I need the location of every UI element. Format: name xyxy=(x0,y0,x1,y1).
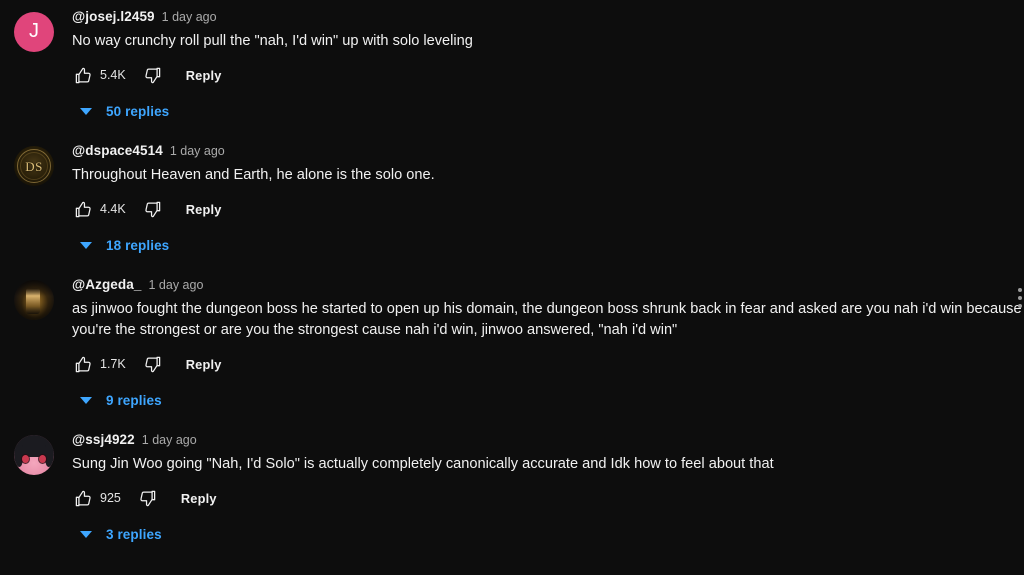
avatar-letter: DS xyxy=(25,158,43,174)
avatar-link[interactable]: J xyxy=(14,6,56,52)
comment-timestamp[interactable]: 1 day ago xyxy=(162,8,217,26)
like-group: 4.4K xyxy=(72,198,186,220)
avatar-link[interactable]: DS xyxy=(14,140,56,186)
thumbs-up-icon[interactable] xyxy=(72,64,94,86)
comment-text: Throughout Heaven and Earth, he alone is… xyxy=(72,167,435,183)
comment-body: @ssj4922 1 day ago Sung Jin Woo going "N… xyxy=(72,429,1024,545)
avatar[interactable] xyxy=(14,280,54,320)
like-count: 925 xyxy=(100,491,121,505)
kebab-dot xyxy=(1018,296,1022,300)
comment-text: as jinwoo fought the dungeon boss he sta… xyxy=(72,301,1022,338)
comment-actions: 5.4K Reply xyxy=(72,62,1024,88)
comment-text: Sung Jin Woo going "Nah, I'd Solo" is ac… xyxy=(72,456,774,472)
chevron-down-icon[interactable] xyxy=(80,241,92,249)
comment-actions: 4.4K Reply xyxy=(72,196,1024,222)
more-options-icon[interactable] xyxy=(1018,288,1022,308)
like-group: 1.7K xyxy=(72,353,186,375)
comment-thread: DS @dspace4514 1 day ago Throughout Heav… xyxy=(0,140,1024,256)
thumbs-down-icon[interactable] xyxy=(142,353,164,375)
comment-actions: 1.7K Reply xyxy=(72,351,1024,377)
comment-body: @josej.l2459 1 day ago No way crunchy ro… xyxy=(72,6,1024,122)
chevron-down-icon[interactable] xyxy=(80,530,92,538)
like-count: 5.4K xyxy=(100,68,126,82)
comment-header: @dspace4514 1 day ago xyxy=(72,142,1024,160)
kebab-dot xyxy=(1018,304,1022,308)
thumbs-up-icon[interactable] xyxy=(72,198,94,220)
comment-header: @josej.l2459 1 day ago xyxy=(72,8,1024,26)
reply-button[interactable]: Reply xyxy=(186,357,222,372)
avatar-hair xyxy=(14,435,54,467)
comment-author[interactable]: @Azgeda_ xyxy=(72,276,141,294)
thumbs-down-icon[interactable] xyxy=(142,64,164,86)
replies-count-label[interactable]: 9 replies xyxy=(106,393,162,408)
comment-author[interactable]: @josej.l2459 xyxy=(72,8,155,26)
reply-button[interactable]: Reply xyxy=(186,68,222,83)
comment-actions: 925 Reply xyxy=(72,485,1024,511)
chevron-down-icon[interactable] xyxy=(80,107,92,115)
reply-button[interactable]: Reply xyxy=(186,202,222,217)
replies-count-label[interactable]: 3 replies xyxy=(106,527,162,542)
avatar[interactable] xyxy=(14,435,54,475)
comment-author[interactable]: @ssj4922 xyxy=(72,431,135,449)
replies-toggle[interactable]: 18 replies xyxy=(80,234,1024,256)
comment-thread: @Azgeda_ 1 day ago as jinwoo fought the … xyxy=(0,274,1024,411)
like-group: 5.4K xyxy=(72,64,186,86)
comment-timestamp[interactable]: 1 day ago xyxy=(170,142,225,160)
comment-text: No way crunchy roll pull the "nah, I'd w… xyxy=(72,33,473,49)
thumbs-down-icon[interactable] xyxy=(142,198,164,220)
chevron-down-icon[interactable] xyxy=(80,396,92,404)
avatar[interactable]: DS xyxy=(14,146,54,186)
replies-count-label[interactable]: 50 replies xyxy=(106,104,169,119)
replies-toggle[interactable]: 3 replies xyxy=(80,523,1024,545)
kebab-dot xyxy=(1018,288,1022,292)
thumbs-down-icon[interactable] xyxy=(137,487,159,509)
comment-body: @Azgeda_ 1 day ago as jinwoo fought the … xyxy=(72,274,1024,411)
comment-author[interactable]: @dspace4514 xyxy=(72,142,163,160)
replies-toggle[interactable]: 9 replies xyxy=(80,389,1024,411)
avatar-link[interactable] xyxy=(14,274,56,320)
comment-header: @ssj4922 1 day ago xyxy=(72,431,1024,449)
like-group: 925 xyxy=(72,487,181,509)
thumbs-up-icon[interactable] xyxy=(72,353,94,375)
comment-timestamp[interactable]: 1 day ago xyxy=(142,431,197,449)
comments-section: J @josej.l2459 1 day ago No way crunchy … xyxy=(0,0,1024,575)
comment-thread: J @josej.l2459 1 day ago No way crunchy … xyxy=(0,6,1024,122)
thumbs-up-icon[interactable] xyxy=(72,487,94,509)
avatar-link[interactable] xyxy=(14,429,56,475)
replies-count-label[interactable]: 18 replies xyxy=(106,238,169,253)
replies-toggle[interactable]: 50 replies xyxy=(80,100,1024,122)
like-count: 4.4K xyxy=(100,202,126,216)
like-count: 1.7K xyxy=(100,357,126,371)
comment-thread: @ssj4922 1 day ago Sung Jin Woo going "N… xyxy=(0,429,1024,545)
comment-timestamp[interactable]: 1 day ago xyxy=(148,276,203,294)
comment-header: @Azgeda_ 1 day ago xyxy=(72,276,1024,294)
avatar-letter: J xyxy=(29,20,39,42)
avatar-eye-right xyxy=(39,455,46,463)
avatar[interactable]: J xyxy=(14,12,54,52)
reply-button[interactable]: Reply xyxy=(181,491,217,506)
avatar-eye-left xyxy=(22,455,29,463)
comment-body: @dspace4514 1 day ago Throughout Heaven … xyxy=(72,140,1024,256)
